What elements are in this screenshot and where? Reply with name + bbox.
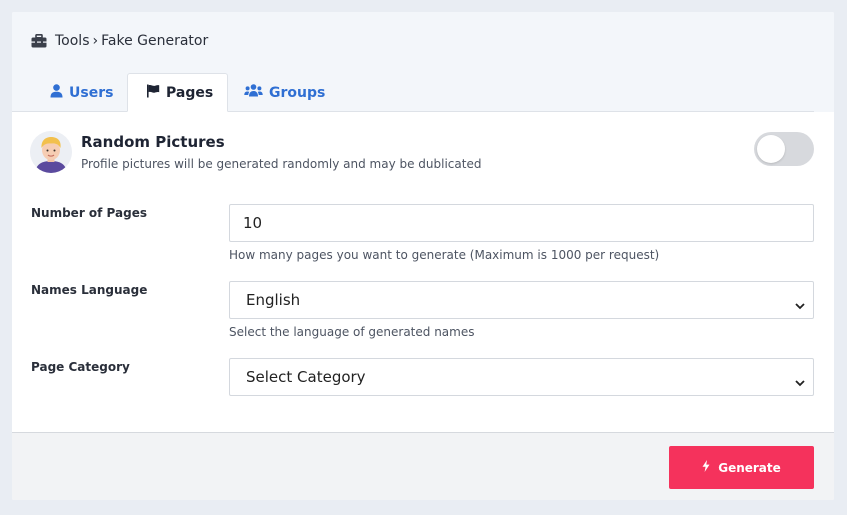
- toggle-knob: [757, 135, 785, 163]
- chevron-down-icon: [795, 373, 805, 391]
- avatar: [30, 131, 72, 173]
- users-group-icon: [244, 84, 263, 101]
- number-of-pages-value: 10: [243, 214, 263, 232]
- number-of-pages-input[interactable]: 10: [229, 204, 814, 242]
- number-of-pages-label: Number of Pages: [31, 206, 147, 220]
- random-pictures-toggle[interactable]: [754, 132, 814, 166]
- tab-bar: Users Pages Groups: [12, 73, 834, 112]
- random-pictures-title: Random Pictures: [81, 133, 225, 151]
- generate-label: Generate: [718, 460, 781, 475]
- names-language-value: English: [246, 291, 301, 309]
- tab-users-label: Users: [69, 84, 114, 101]
- breadcrumb-separator: ›: [92, 33, 99, 49]
- generate-button[interactable]: Generate: [669, 446, 814, 489]
- page-category-value: Select Category: [246, 368, 366, 386]
- card-header: Tools › Fake Generator Users Pages Group…: [12, 12, 834, 112]
- flag-icon: [146, 84, 160, 102]
- page-category-select[interactable]: Select Category: [229, 358, 814, 396]
- breadcrumb-root[interactable]: Tools: [55, 33, 90, 49]
- tab-groups[interactable]: Groups: [232, 73, 332, 112]
- random-pictures-description: Profile pictures will be generated rando…: [81, 157, 482, 171]
- card-footer: Generate: [12, 432, 834, 500]
- bolt-icon: [702, 460, 710, 475]
- tab-users[interactable]: Users: [36, 73, 132, 112]
- page-category-label: Page Category: [31, 360, 130, 374]
- chevron-down-icon: [795, 296, 805, 314]
- tab-pages[interactable]: Pages: [127, 73, 228, 112]
- tab-pages-label: Pages: [166, 84, 214, 101]
- names-language-label: Names Language: [31, 283, 148, 297]
- breadcrumb-current: Fake Generator: [101, 33, 209, 49]
- fake-generator-card: Tools › Fake Generator Users Pages Group…: [12, 12, 834, 500]
- names-language-hint: Select the language of generated names: [229, 325, 475, 339]
- tab-groups-label: Groups: [269, 84, 326, 101]
- user-icon: [50, 83, 63, 102]
- number-of-pages-hint: How many pages you want to generate (Max…: [229, 248, 660, 262]
- toolbox-icon: [31, 34, 47, 48]
- names-language-select[interactable]: English: [229, 281, 814, 319]
- breadcrumb: Tools › Fake Generator: [31, 33, 208, 49]
